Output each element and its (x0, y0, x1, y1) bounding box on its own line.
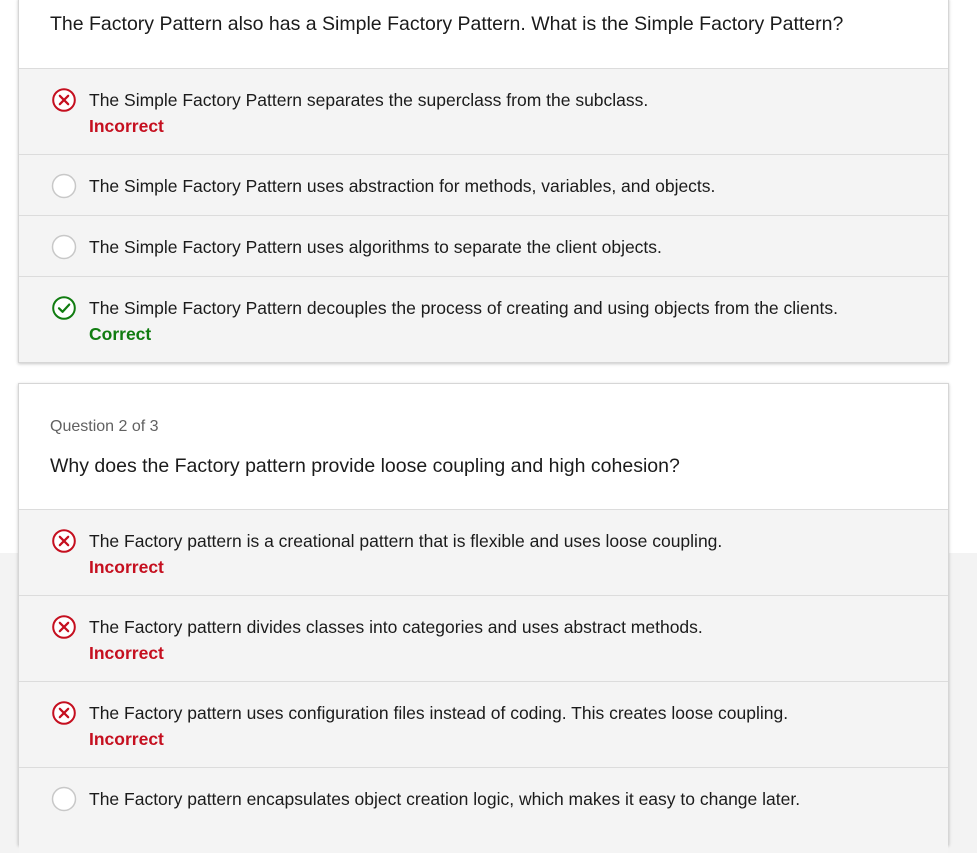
question-header: The Factory Pattern also has a Simple Fa… (19, 0, 948, 69)
radio-empty-icon[interactable] (51, 786, 77, 812)
answer-text: The Simple Factory Pattern uses abstract… (89, 176, 716, 196)
question-counter: Question 2 of 3 (50, 418, 159, 435)
answer-status: Incorrect (89, 643, 164, 663)
answer-status: Incorrect (89, 557, 164, 577)
answer-text: The Factory pattern uses configuration f… (89, 703, 789, 723)
question-text: The Factory Pattern also has a Simple Fa… (50, 13, 844, 35)
x-circle-icon (51, 614, 77, 640)
question-card-2: Question 2 of 3 Why does the Factory pat… (18, 383, 949, 853)
answer-text: The Simple Factory Pattern decouples the… (89, 298, 838, 318)
answer-option[interactable]: The Factory pattern divides classes into… (19, 596, 948, 682)
x-circle-icon (51, 700, 77, 726)
answer-text: The Factory pattern encapsulates object … (89, 789, 801, 809)
x-circle-icon (51, 87, 77, 113)
answer-status: Incorrect (89, 729, 164, 749)
answer-status: Correct (89, 324, 152, 344)
answer-text: The Factory pattern is a creational patt… (89, 531, 723, 551)
check-circle-icon (51, 295, 77, 321)
answer-text: The Simple Factory Pattern uses algorith… (89, 237, 662, 257)
radio-empty-icon[interactable] (51, 234, 77, 260)
answer-option[interactable]: The Simple Factory Pattern decouples the… (19, 277, 948, 362)
question-text: Why does the Factory pattern provide loo… (50, 455, 680, 477)
answer-option[interactable]: The Simple Factory Pattern uses abstract… (19, 155, 948, 216)
answer-option[interactable]: The Factory pattern encapsulates object … (19, 768, 948, 853)
x-circle-icon (51, 528, 77, 554)
answer-option[interactable]: The Simple Factory Pattern separates the… (19, 69, 948, 155)
answer-option[interactable]: The Factory pattern uses configuration f… (19, 682, 948, 768)
radio-empty-icon[interactable] (51, 173, 77, 199)
question-header: Question 2 of 3 Why does the Factory pat… (19, 384, 948, 510)
answer-text: The Simple Factory Pattern separates the… (89, 90, 649, 110)
answer-text: The Factory pattern divides classes into… (89, 617, 703, 637)
answer-option[interactable]: The Simple Factory Pattern uses algorith… (19, 216, 948, 277)
answer-status: Incorrect (89, 116, 164, 136)
question-card-1: The Factory Pattern also has a Simple Fa… (18, 0, 949, 363)
answer-option[interactable]: The Factory pattern is a creational patt… (19, 510, 948, 596)
